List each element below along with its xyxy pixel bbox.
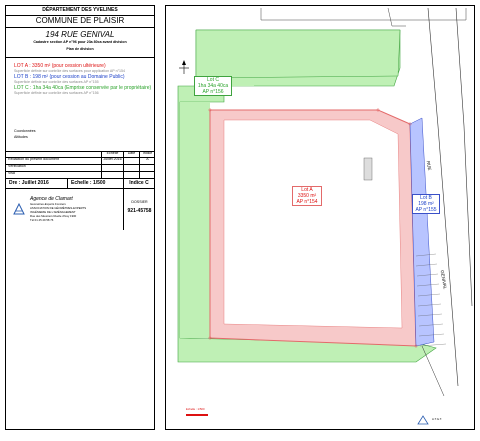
index-label: Indice C [129,180,149,186]
footer-code: A.T.G.T. [432,417,442,421]
row-index: A [146,157,149,161]
lots-section: LOT A : 3350 m² (pour cession ultérieure… [6,57,154,152]
scale-bar [186,414,208,416]
legend-coordinates: Coordonnées [14,129,36,133]
lot-a-label: Lot A 3350 m² AP n°154 [292,186,322,206]
address: 194 RUE GENIVAL [45,30,115,39]
lot-a-subline: Superficie définie sur contrôle des surf… [14,69,126,73]
row-date: Juillet 2016 [102,157,124,164]
lot-c-subline: Superficie définie sur contrôle des surf… [14,91,99,95]
lot-c-label: Lot C 1ha 34a 40ca AP n°156 [194,76,232,96]
plan-drawing [177,7,473,425]
company-logo-icon [13,202,25,215]
row-label: Vérification [6,164,102,171]
address-section: 194 RUE GENIVAL Cadastre section AP n°96… [6,27,154,58]
row-label: Visa [6,171,102,178]
company-stamp-icon [417,415,429,425]
plan-frame: Lot C 1ha 34a 40ca AP n°156 Lot A 3350 m… [165,5,475,430]
lot-a-ref: AP n°154 [296,199,318,205]
lot-c-ref: AP n°156 [202,89,224,95]
office-line: Tél 01 45 29 58 76 [30,218,54,222]
title-block: DÉPARTEMENT DES YVELINES COMMUNE DE PLAI… [5,5,155,430]
dossier-label: DOSSIER [131,200,148,204]
legend-altitudes: Altitudes [14,135,28,139]
north-arrow-icon [179,60,189,74]
col-indice: Indice [142,151,153,155]
street-label-rue: RUE [425,160,433,171]
office-section: Agence de Clamart Géomètres-Experts Fonc… [6,188,154,230]
scale-bar-label: Echelle : 1/500 [186,407,205,411]
date-label: Dre : Juillet 2016 [6,178,68,188]
row-label: Rédaction du présent document [6,157,102,164]
lot-b-ref: AP n°155 [415,207,437,213]
scale-label: Echelle : 1/500 [68,178,124,188]
plan-title: Plan de division [66,46,94,51]
cadastre-line: Cadastre section AP n°96 pour 23a 80ca a… [33,40,127,44]
lot-b-label: Lot B 198 m² AP n°155 [412,194,440,214]
lot-b-subline: Superficie définie sur contrôle des surf… [14,80,99,84]
dossier-number: 921-45758 [127,208,152,214]
